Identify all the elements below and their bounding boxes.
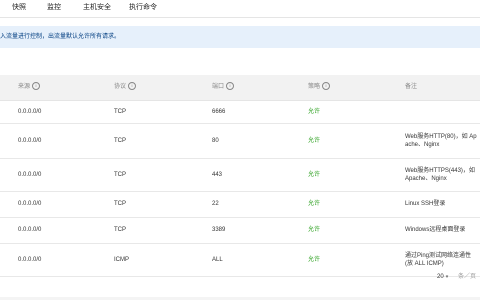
cell-source: 0.0.0.0/0 — [18, 138, 42, 144]
table-row: 0.0.0.0/0 TCP 80 允许 Web服务HTTP(80)，如 Apac… — [0, 124, 480, 159]
table-header: 来源 i 协议 i 端口 i 策略 i 备注 — [0, 75, 480, 101]
cell-policy: 允许 — [308, 227, 321, 233]
cell-source: 0.0.0.0/0 — [18, 201, 42, 207]
tab-bar: 快照 监控 主机安全 执行命令 — [0, 0, 480, 18]
cell-port: 6666 — [212, 109, 226, 115]
column-header-policy: 策略 i — [308, 75, 331, 100]
cell-note: Web服务HTTPS(443)，如 Apache、Nginx — [405, 168, 475, 182]
cell-port: 3389 — [212, 227, 226, 233]
security-rules-table: 来源 i 协议 i 端口 i 策略 i 备注 0.0.0.0/0 TCP 6666 允许… — [0, 75, 480, 277]
column-header-port: 端口 i — [212, 75, 235, 100]
cell-port: 80 — [212, 138, 219, 144]
per-page-label: 条／页 — [458, 274, 477, 280]
table-row: 0.0.0.0/0 TCP 443 允许 Web服务HTTPS(443)，如 A… — [0, 159, 480, 192]
tab-run-command[interactable]: 执行命令 — [129, 2, 157, 14]
cell-protocol: TCP — [114, 201, 126, 207]
cell-policy: 允许 — [308, 109, 321, 115]
cell-protocol: TCP — [114, 138, 126, 144]
cell-note: Linux SSH登录 — [405, 201, 446, 207]
tab-monitoring[interactable]: 监控 — [47, 2, 61, 14]
page-size-select[interactable]: 20 ▾ — [437, 273, 448, 281]
column-header-note: 备注 — [405, 84, 418, 90]
cell-note: Web服务HTTP(80)，如 Apache、Nginx — [405, 134, 477, 148]
column-header-source: 来源 i — [18, 75, 41, 100]
cell-source: 0.0.0.0/0 — [18, 172, 42, 178]
cell-policy: 允许 — [308, 257, 321, 263]
cell-port: 443 — [212, 172, 223, 178]
cell-policy: 允许 — [308, 201, 321, 207]
cell-protocol: TCP — [114, 172, 126, 178]
cell-port: ALL — [212, 257, 223, 263]
info-banner: 入流量进行控制，出流量默认允许所有请求。 — [0, 26, 480, 48]
cell-protocol: TCP — [114, 227, 126, 233]
tab-host-security[interactable]: 主机安全 — [83, 2, 111, 14]
info-icon[interactable]: i — [32, 82, 41, 91]
cell-policy: 允许 — [308, 138, 321, 144]
info-icon[interactable]: i — [322, 82, 331, 91]
table-row: 0.0.0.0/0 TCP 22 允许 Linux SSH登录 — [0, 192, 480, 218]
caret-down-icon: ▾ — [445, 274, 449, 280]
pagination: 20 ▾ 条／页 — [0, 265, 480, 290]
info-icon[interactable]: i — [128, 82, 137, 91]
column-header-protocol: 协议 i — [114, 75, 137, 100]
info-icon[interactable]: i — [226, 82, 235, 91]
table-row: 0.0.0.0/0 TCP 3389 允许 Windows远程桌面登录 — [0, 218, 480, 244]
cell-note: Windows远程桌面登录 — [405, 227, 466, 233]
cell-source: 0.0.0.0/0 — [18, 109, 42, 115]
table-row: 0.0.0.0/0 TCP 6666 允许 — [0, 101, 480, 124]
cell-port: 22 — [212, 201, 219, 207]
banner-text: 入流量进行控制，出流量默认允许所有请求。 — [0, 34, 121, 40]
cell-source: 0.0.0.0/0 — [18, 227, 42, 233]
tab-snapshot[interactable]: 快照 — [12, 2, 26, 14]
cell-policy: 允许 — [308, 172, 321, 178]
cell-protocol: TCP — [114, 109, 126, 115]
cell-protocol: ICMP — [114, 257, 129, 263]
cell-source: 0.0.0.0/0 — [18, 257, 42, 263]
